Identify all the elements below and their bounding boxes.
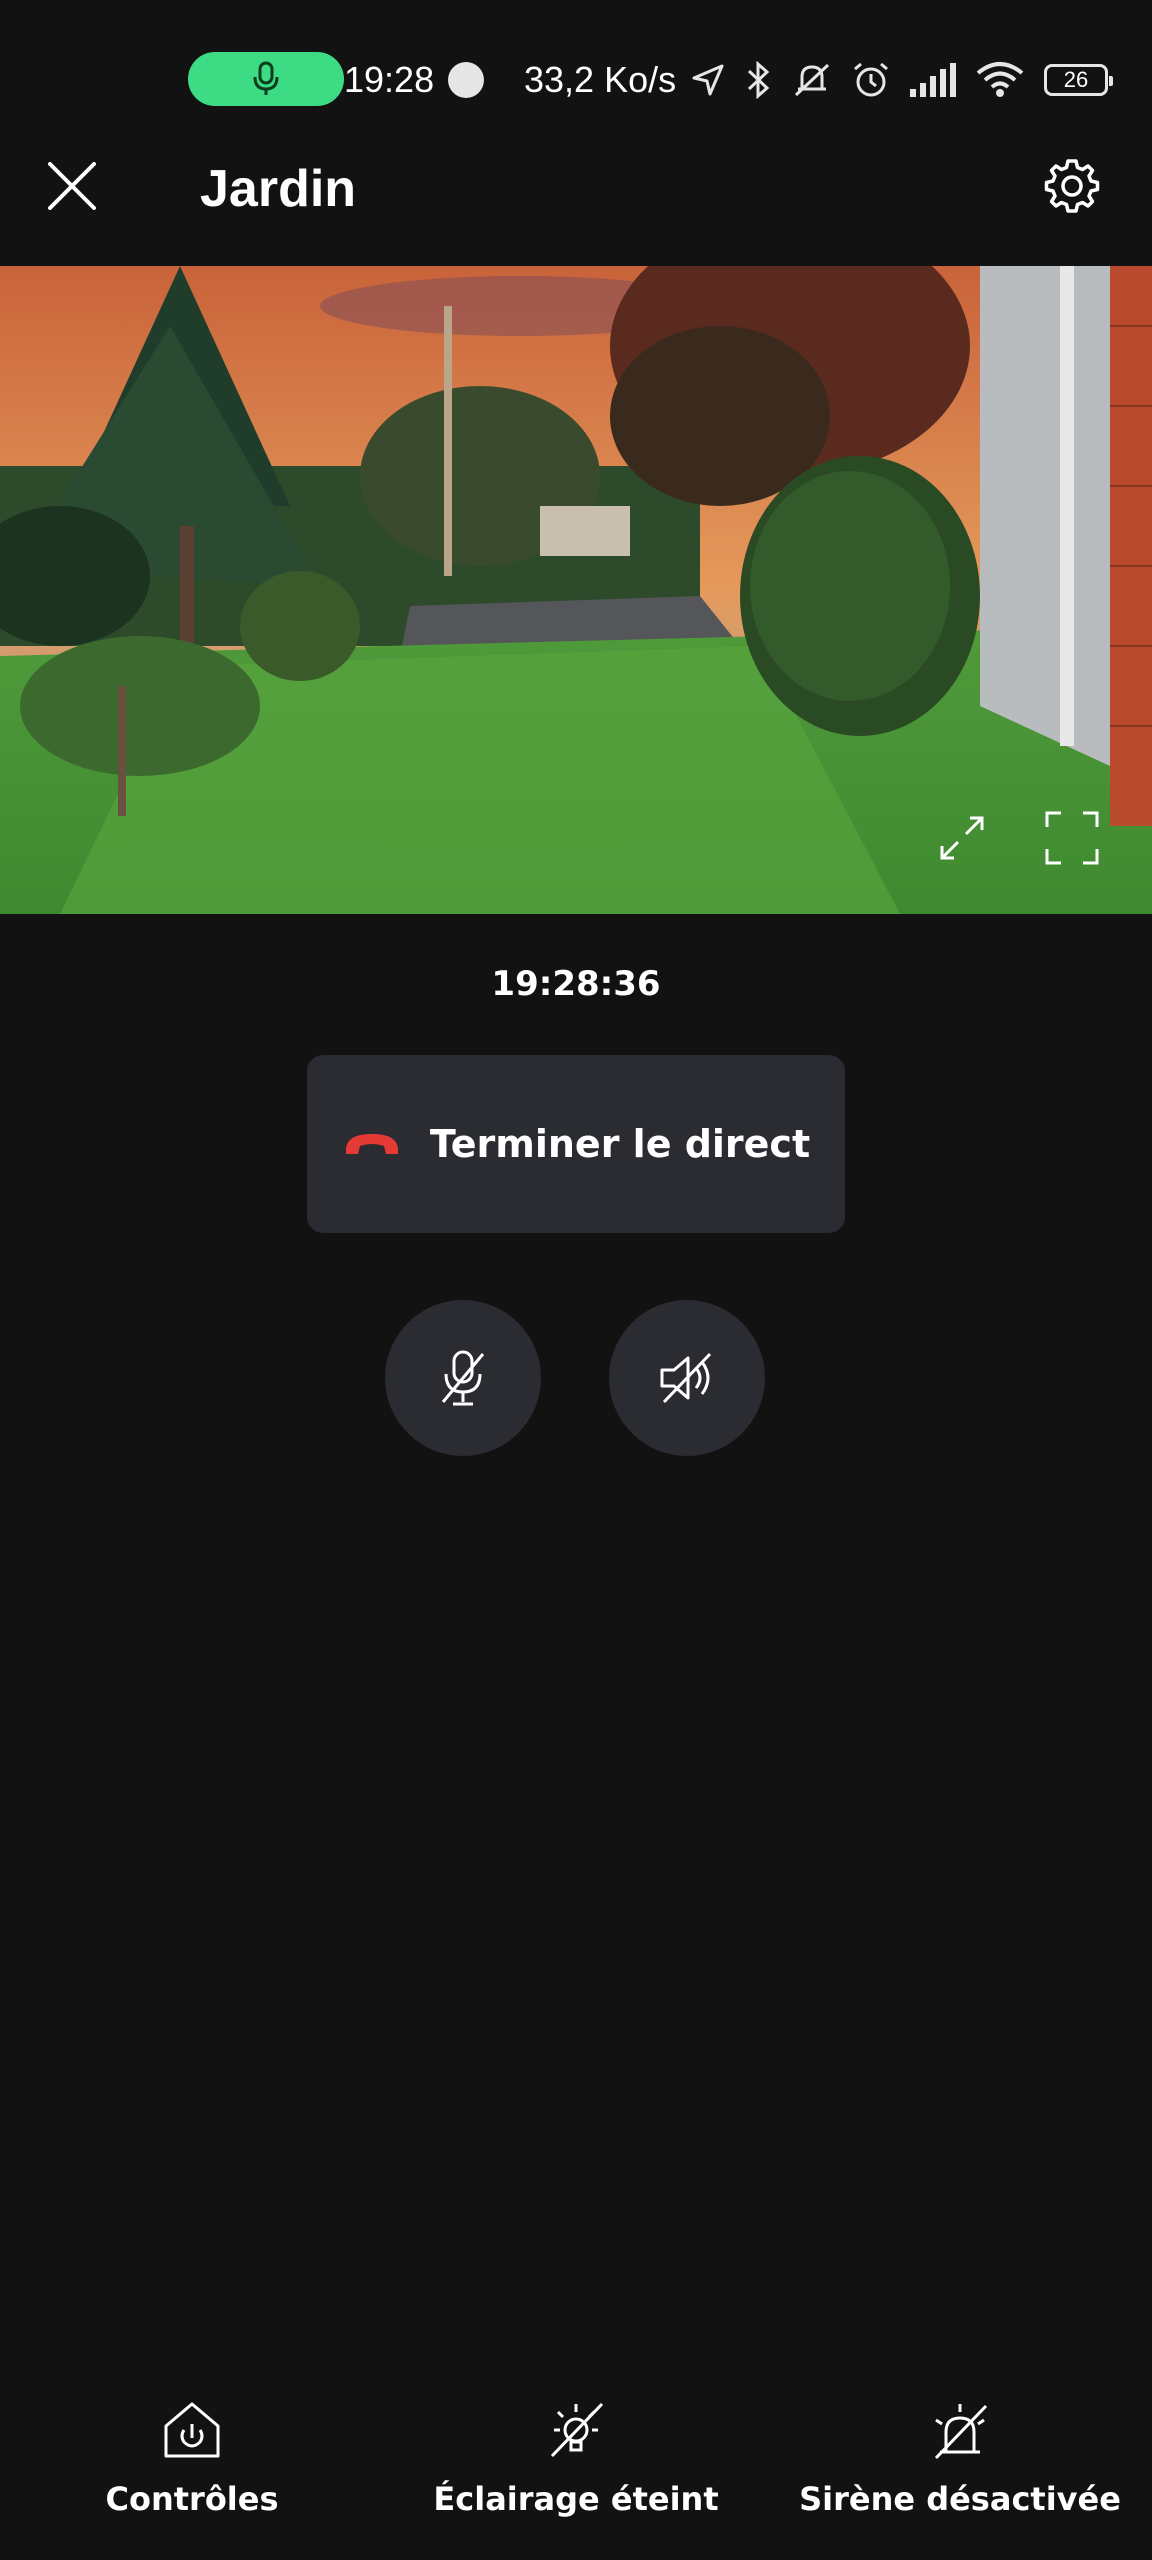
battery-icon: 26 bbox=[1044, 64, 1113, 96]
close-button[interactable] bbox=[36, 150, 108, 222]
bluetooth-icon bbox=[747, 61, 770, 99]
nav-controls-label: Contrôles bbox=[105, 2480, 279, 2518]
mic-toggle-button[interactable] bbox=[385, 1300, 541, 1456]
fullscreen-icon bbox=[1045, 811, 1099, 865]
location-arrow-icon bbox=[692, 64, 724, 96]
network-speed: 33,2 Ko/s bbox=[524, 59, 677, 100]
home-power-icon bbox=[164, 2402, 220, 2458]
battery-level: 26 bbox=[1063, 67, 1089, 92]
notifications-off-icon bbox=[794, 63, 830, 97]
collapse-icon bbox=[940, 816, 984, 860]
fullscreen-button[interactable] bbox=[1040, 806, 1104, 870]
status-bar: 19:28 33,2 Ko/s 26 bbox=[0, 0, 1152, 160]
mic-muted-icon bbox=[441, 1350, 485, 1406]
close-icon bbox=[48, 162, 96, 210]
nav-lighting-label: Éclairage éteint bbox=[433, 2480, 719, 2518]
mic-icon bbox=[253, 61, 279, 95]
page-title: Jardin bbox=[200, 160, 357, 218]
speaker-muted-icon bbox=[660, 1352, 712, 1404]
wifi-icon bbox=[976, 62, 1024, 97]
nav-siren[interactable]: Sirène désactivée bbox=[799, 2400, 1121, 2518]
siren-off-icon bbox=[934, 2404, 988, 2460]
nav-siren-label: Sirène désactivée bbox=[799, 2480, 1121, 2518]
gear-icon bbox=[1044, 159, 1100, 213]
alarm-icon bbox=[854, 62, 888, 97]
settings-button[interactable] bbox=[1036, 150, 1108, 222]
speaker-toggle-button[interactable] bbox=[609, 1300, 765, 1456]
status-time: 19:28 bbox=[344, 59, 435, 100]
collapse-view-button[interactable] bbox=[930, 806, 994, 870]
status-icons: 26 bbox=[690, 56, 1113, 104]
hang-up-icon bbox=[345, 1134, 398, 1154]
camera-feed[interactable] bbox=[0, 266, 1152, 914]
signal-icon bbox=[910, 63, 956, 97]
feed-timestamp: 19:28:36 bbox=[491, 964, 661, 1004]
nav-controls[interactable]: Contrôles bbox=[105, 2400, 279, 2518]
nav-lighting[interactable]: Éclairage éteint bbox=[433, 2400, 719, 2518]
mic-active-indicator[interactable] bbox=[188, 52, 344, 106]
end-live-button[interactable]: Terminer le direct bbox=[307, 1055, 845, 1233]
notification-dot-icon bbox=[448, 62, 484, 98]
light-off-icon bbox=[550, 2402, 604, 2458]
end-live-label: Terminer le direct bbox=[429, 1122, 811, 1166]
